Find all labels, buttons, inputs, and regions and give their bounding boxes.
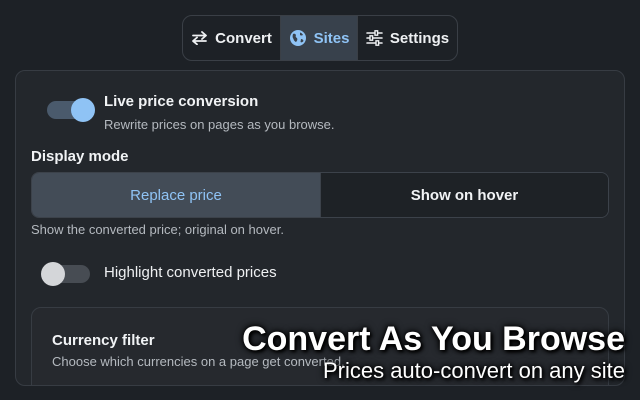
tab-convert-label: Convert <box>215 29 272 47</box>
display-mode-label: Display mode <box>31 148 129 165</box>
promo-headline: Convert As You Browse <box>242 320 625 358</box>
live-conversion-toggle[interactable] <box>47 98 95 122</box>
display-mode-replace-price[interactable]: Replace price <box>32 173 321 217</box>
currency-filter-title: Currency filter <box>52 332 155 349</box>
live-conversion-title: Live price conversion <box>104 93 259 110</box>
tab-sites-label: Sites <box>313 29 350 47</box>
toggle-knob <box>71 98 95 122</box>
tab-sites[interactable]: Sites <box>281 16 358 60</box>
tab-convert[interactable]: Convert <box>183 16 281 60</box>
display-mode-help: Show the converted price; original on ho… <box>31 222 284 237</box>
swap-arrows-icon <box>191 31 208 45</box>
display-mode-selector: Replace price Show on hover <box>31 172 609 218</box>
promo-subline: Prices auto-convert on any site <box>322 358 625 383</box>
highlight-label: Highlight converted prices <box>104 264 277 281</box>
globe-icon <box>289 29 307 47</box>
sliders-icon <box>366 30 383 46</box>
promo-overlay: Convert As You Browse Prices auto-conver… <box>242 320 625 384</box>
tab-settings-label: Settings <box>389 29 450 47</box>
toggle-knob <box>41 262 65 286</box>
main-tab-bar: Convert Sites Settings <box>182 15 458 61</box>
display-mode-show-on-hover[interactable]: Show on hover <box>321 173 608 217</box>
highlight-toggle[interactable] <box>41 262 90 286</box>
tab-settings[interactable]: Settings <box>358 16 457 60</box>
live-conversion-description: Rewrite prices on pages as you browse. <box>104 117 335 132</box>
